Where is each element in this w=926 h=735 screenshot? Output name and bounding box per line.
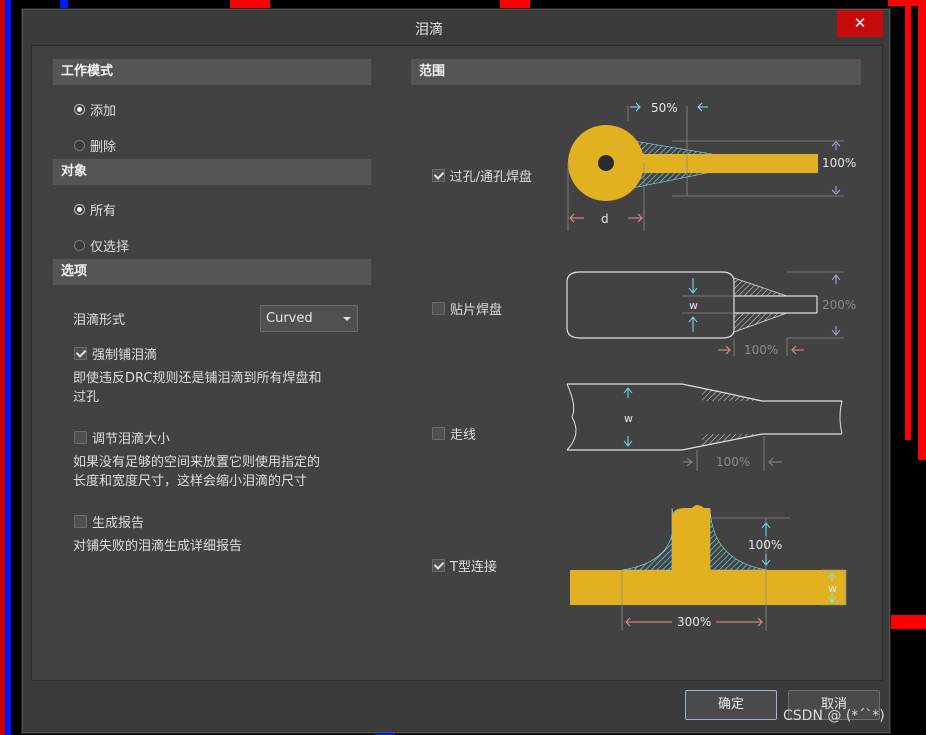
smd-label: 贴片焊盘: [450, 303, 503, 318]
tjunction-pct-len: 300%: [677, 615, 711, 629]
close-button[interactable]: ✕: [837, 10, 883, 37]
pcb-trace-red-right-4: [888, 615, 926, 629]
radio-indicator[interactable]: [74, 104, 85, 115]
smd-checkbox[interactable]: 贴片焊盘: [432, 299, 502, 318]
radio-all[interactable]: 所有: [74, 200, 116, 219]
force-teardrop-checkbox[interactable]: 强制铺泪滴: [74, 344, 157, 363]
track-dim: w: [624, 412, 633, 425]
checkbox-indicator[interactable]: [74, 347, 87, 360]
via-pct-width: 100%: [822, 156, 856, 170]
radio-indicator[interactable]: [74, 240, 85, 251]
teardrop-style-value: Curved: [266, 311, 313, 326]
track-diagram: w 100%: [566, 383, 843, 471]
csdn-watermark: CSDN @ (*´`*): [783, 708, 885, 724]
checkbox-indicator[interactable]: [74, 431, 87, 444]
radio-remove-label: 删除: [90, 140, 117, 155]
section-scope: 范围: [411, 59, 861, 85]
pcb-trace-blue-left: [5, 0, 11, 735]
dialog-content: 工作模式 添加 删除 对象 所有 仅选择 选项 泪滴形式 Curved 强制铺泪…: [31, 45, 883, 681]
checkbox-indicator[interactable]: [432, 302, 445, 315]
via-dim: d: [601, 212, 609, 226]
pcb-trace-red-right-2: [905, 0, 911, 440]
pcb-trace-red-right-3: [918, 0, 926, 460]
adjust-size-desc-1: 如果没有足够的空间来放置它则使用指定的: [73, 455, 321, 470]
generate-report-label: 生成报告: [92, 516, 145, 531]
adjust-size-desc-2: 长度和宽度尺寸，这样会缩小泪滴的尺寸: [73, 474, 308, 489]
teardrop-style-select[interactable]: Curved: [260, 305, 358, 332]
checkbox-indicator[interactable]: [432, 559, 445, 572]
radio-add[interactable]: 添加: [74, 100, 116, 119]
force-teardrop-label: 强制铺泪滴: [92, 348, 158, 363]
checkbox-indicator[interactable]: [432, 427, 445, 440]
tjunction-checkbox[interactable]: T型连接: [432, 556, 497, 575]
track-checkbox[interactable]: 走线: [432, 424, 476, 443]
smd-diagram: w 200% 100%: [566, 271, 856, 357]
via-hole: [598, 155, 614, 171]
generate-report-checkbox[interactable]: 生成报告: [74, 512, 144, 531]
radio-remove[interactable]: 删除: [74, 136, 116, 155]
dialog-title: 泪滴: [415, 22, 443, 38]
via-label: 过孔/通孔焊盘: [449, 170, 532, 185]
smd-pct-len: 100%: [744, 343, 778, 357]
radio-selected-only-label: 仅选择: [90, 240, 130, 255]
pcb-trace-red-top: [230, 0, 270, 9]
section-options: 选项: [53, 259, 371, 285]
track-label: 走线: [450, 428, 477, 443]
adjust-size-label: 调节泪滴大小: [92, 432, 171, 447]
adjust-size-checkbox[interactable]: 调节泪滴大小: [74, 428, 170, 447]
checkbox-indicator[interactable]: [74, 515, 87, 528]
teardrop-diagrams: 50% 100% d w 200% 100% w 100% 100% w 300…: [566, 101, 856, 631]
generate-report-desc: 对铺失败的泪滴生成详细报告: [73, 539, 243, 554]
teardrop-dialog: 泪滴 ✕ 工作模式 添加 删除 对象 所有 仅选择 选项 泪滴形式 Curved: [22, 9, 890, 733]
smd-pct-width: 200%: [822, 298, 856, 312]
via-pad: [568, 125, 644, 201]
section-work-mode: 工作模式: [53, 59, 371, 85]
radio-selected-only[interactable]: 仅选择: [74, 236, 129, 255]
title-bar: 泪滴 ✕: [23, 10, 889, 44]
ok-button[interactable]: 确定: [685, 690, 777, 720]
force-teardrop-desc-1: 即使违反DRC规则还是铺泪滴到所有焊盘和: [73, 371, 322, 386]
tjunction-pct-height: 100%: [748, 538, 782, 552]
tjunction-diagram: 100% w 300%: [570, 505, 847, 631]
checkbox-indicator[interactable]: [432, 169, 445, 182]
radio-indicator[interactable]: [74, 204, 85, 215]
track-pct-len: 100%: [716, 455, 750, 469]
radio-all-label: 所有: [90, 204, 117, 219]
chevron-down-icon: [343, 317, 351, 321]
section-target: 对象: [53, 159, 371, 185]
force-teardrop-desc-2: 过孔: [73, 390, 100, 405]
smd-dim: w: [689, 299, 698, 312]
radio-indicator[interactable]: [74, 140, 85, 151]
teardrop-style-label: 泪滴形式: [73, 313, 126, 328]
via-diagram: 50% 100% d: [567, 101, 856, 231]
pcb-trace-red-left: [0, 0, 5, 735]
tjunction-dim: w: [828, 582, 837, 595]
via-pct-len: 50%: [651, 101, 678, 115]
pcb-trace-blue-top: [60, 0, 68, 9]
via-checkbox[interactable]: 过孔/通孔焊盘: [432, 166, 532, 185]
pcb-trace-red-top-right: [500, 0, 530, 9]
tjunction-label: T型连接: [450, 560, 497, 575]
radio-add-label: 添加: [90, 104, 117, 119]
